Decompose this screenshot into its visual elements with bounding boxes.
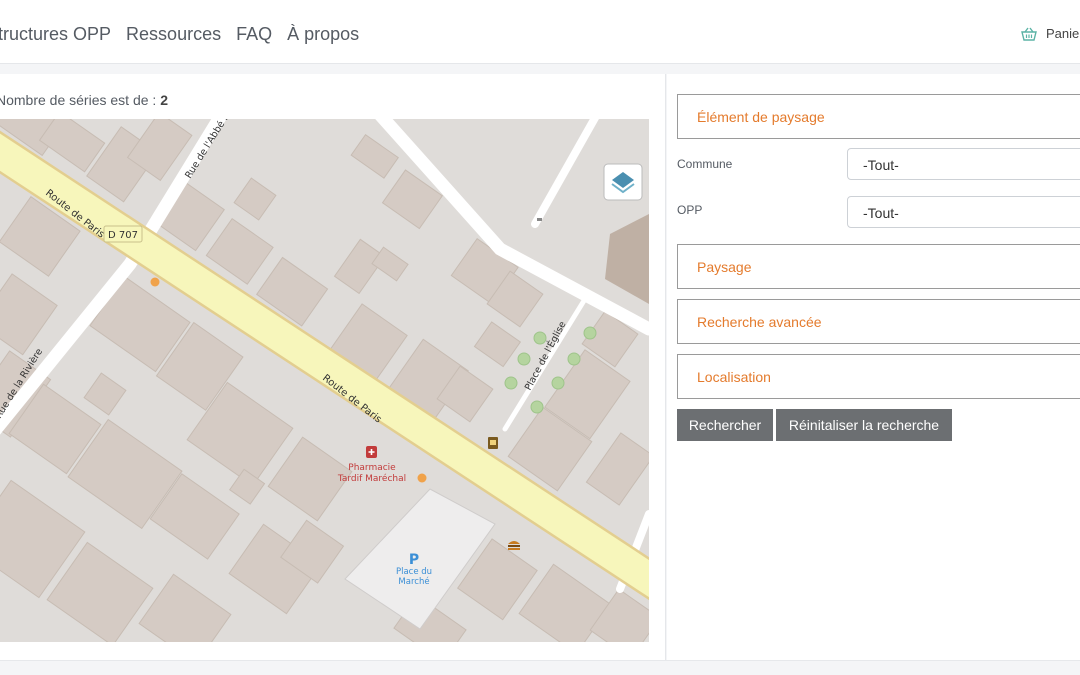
commune-select[interactable]: -Tout-	[847, 148, 1080, 180]
accordion-localisation[interactable]: Localisation	[677, 354, 1080, 399]
pharmacy-icon[interactable]	[366, 446, 377, 458]
commune-label: Commune	[677, 157, 733, 171]
accordion-element-paysage-label: Élément de paysage	[697, 108, 825, 125]
search-button[interactable]: Rechercher	[677, 409, 773, 441]
opp-select-value: -Tout-	[863, 205, 899, 221]
commune-select-value: -Tout-	[863, 157, 899, 173]
parking-icon[interactable]: P	[409, 552, 419, 568]
nav-item-structures[interactable]: Structures OPP	[0, 24, 111, 45]
cart-link[interactable]: Panier	[1021, 26, 1080, 41]
accordion-recherche-avancee[interactable]: Recherche avancée	[677, 299, 1080, 344]
series-count-label: Nombre de séries est de :	[0, 92, 161, 108]
basket-icon	[1021, 27, 1037, 41]
nav-item-ressources[interactable]: Ressources	[126, 24, 221, 45]
layers-icon[interactable]	[603, 163, 643, 201]
series-count-value: 2	[160, 92, 168, 108]
label-d707: D 707	[108, 230, 138, 241]
poi-dot[interactable]	[150, 277, 160, 287]
map-canvas[interactable]: Route de Paris Route de Paris Rue de l'A…	[0, 119, 649, 642]
accordion-localisation-label: Localisation	[697, 368, 771, 385]
opp-select[interactable]: -Tout-	[847, 196, 1080, 228]
accordion-paysage-label: Paysage	[697, 258, 752, 275]
cart-label: Panier	[1046, 26, 1080, 41]
accordion-paysage[interactable]: Paysage	[677, 244, 1080, 289]
nav-item-faq[interactable]: FAQ	[236, 24, 272, 45]
label-pharmacie: Pharmacie	[348, 463, 396, 473]
label-marche: Marché	[398, 576, 429, 587]
road-shield: D 707	[103, 225, 143, 243]
map-marker-small	[537, 218, 542, 221]
nav-item-a-propos[interactable]: À propos	[287, 24, 359, 45]
page-footer-strip	[0, 660, 1080, 675]
label-pharmacie-name: Tardif Maréchal	[337, 473, 406, 484]
poi-dot[interactable]	[417, 473, 427, 483]
accordion-recherche-avancee-label: Recherche avancée	[697, 313, 822, 330]
reset-button[interactable]: Réinitaliser la recherche	[776, 409, 952, 441]
main-nav: Structures OPP Ressources FAQ À propos	[0, 24, 359, 45]
accordion-element-paysage[interactable]: Élément de paysage	[677, 94, 1080, 139]
top-navbar: Structures OPP Ressources FAQ À propos P…	[0, 0, 1080, 64]
map-view[interactable]: Route de Paris Route de Paris Rue de l'A…	[0, 119, 649, 642]
series-count: Nombre de séries est de : 2	[0, 92, 168, 108]
shop-icon[interactable]	[488, 437, 498, 449]
label-place-du: Place du	[396, 567, 432, 577]
opp-label: OPP	[677, 203, 703, 217]
